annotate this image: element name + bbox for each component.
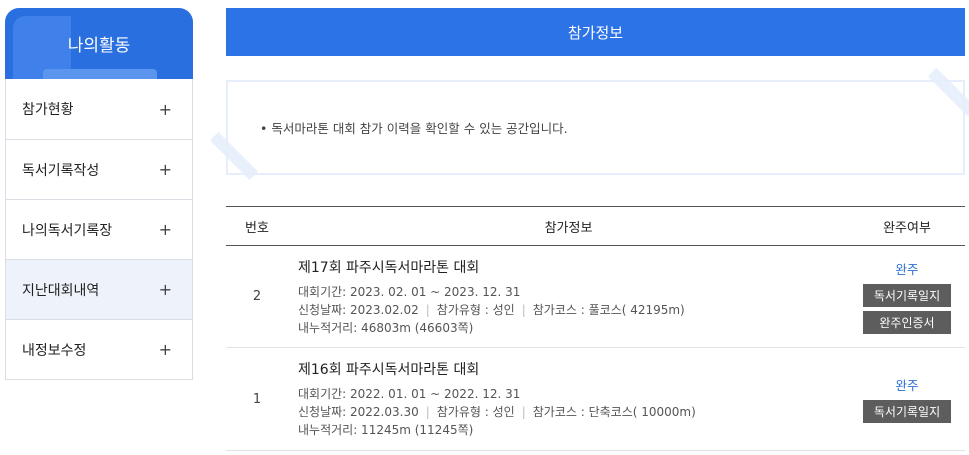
sidebar-item-edit-profile[interactable]: 내정보수정 + (6, 319, 192, 379)
apply-date: 신청날짜: 2022.03.30 (298, 405, 419, 419)
info-text: • 독서마라톤 대회 참가 이력을 확인할 수 있는 공간입니다. (260, 121, 568, 136)
row-info: 제17회 파주시독서마라톤 대회 대회기간: 2023. 02. 01 ~ 20… (288, 257, 849, 337)
separator: | (521, 405, 526, 419)
sidebar-item-label: 나의독서기록장 (22, 222, 113, 239)
course: 참가코스 : 단축코스( 10000m) (532, 405, 696, 419)
page-title: 참가정보 (567, 23, 624, 42)
event-period: 대회기간: 2022. 01. 01 ~ 2022. 12. 31 (298, 387, 521, 401)
event-period: 대회기간: 2023. 02. 01 ~ 2023. 12. 31 (298, 284, 521, 299)
event-title: 제17회 파주시독서마라톤 대회 (298, 259, 480, 276)
row-number: 2 (252, 289, 262, 304)
header-info: 참가정보 (544, 220, 593, 236)
sidebar-item-label: 참가현황 (22, 102, 74, 118)
sidebar-item-write-record[interactable]: 독서기록작성 + (6, 139, 192, 199)
info-box: • 독서마라톤 대회 참가 이력을 확인할 수 있는 공간입니다. (226, 80, 965, 175)
cumulative-distance: 내누적거리: 11245m (11245쪽) (298, 423, 474, 437)
plus-icon: + (158, 99, 172, 119)
sidebar-item-label: 내정보수정 (22, 342, 87, 359)
row-completion: 완주 독서기록일지 완주인증서 (849, 259, 965, 334)
row-number: 1 (252, 391, 262, 407)
header-completion: 완주여부 (883, 220, 931, 236)
sidebar-item-label: 지난대회내역 (22, 282, 100, 299)
separator: | (425, 405, 430, 419)
cumulative-distance: 내누적거리: 46803m (46603쪽) (298, 320, 474, 335)
sidebar-item-my-records[interactable]: 나의독서기록장 + (6, 199, 192, 259)
certificate-button[interactable]: 완주인증서 (863, 311, 951, 334)
separator: | (521, 302, 526, 317)
separator: | (425, 302, 430, 317)
table-header: 번호 참가정보 완주여부 (226, 206, 965, 246)
course: 참가코스 : 풀코스( 42195m) (532, 302, 685, 317)
sidebar-item-past-events[interactable]: 지난대회내역 + (6, 259, 192, 319)
table-row: 2 제17회 파주시독서마라톤 대회 대회기간: 2023. 02. 01 ~ … (226, 246, 965, 348)
reading-log-button[interactable]: 독서기록일지 (863, 284, 951, 307)
history-table: 번호 참가정보 완주여부 2 제17회 파주시독서마라톤 대회 대회기간: 20… (226, 206, 965, 451)
event-details: 신청날짜: 2023.02.02 | 참가유형 : 성인 | 참가코스 : 풀코스( 4… (298, 301, 849, 319)
participation-type: 참가유형 : 성인 (436, 302, 515, 317)
header-decoration-bar (43, 69, 157, 79)
row-info: 제16회 파주시독서마라톤 대회 대회기간: 2022. 01. 01 ~ 20… (288, 359, 849, 439)
plus-icon: + (158, 220, 172, 239)
sidebar-menu: 참가현황 + 독서기록작성 + 나의독서기록장 + 지난대회내역 + 내정보수정… (5, 79, 193, 380)
row-completion: 완주 독서기록일지 (849, 375, 965, 423)
event-details: 신청날짜: 2022.03.30 | 참가유형 : 성인 | 참가코스 : 단축코스( … (298, 403, 849, 421)
completion-status: 완주 (895, 262, 919, 277)
participation-type: 참가유형 : 성인 (436, 405, 515, 419)
header-number: 번호 (245, 220, 269, 236)
plus-icon: + (158, 280, 172, 299)
completion-status: 완주 (895, 378, 919, 393)
event-title: 제16회 파주시독서마라톤 대회 (298, 362, 480, 378)
sidebar: 나의활동 참가현황 + 독서기록작성 + 나의독서기록장 + 지난대회내역 + … (5, 8, 193, 380)
apply-date: 신청날짜: 2023.02.02 (298, 302, 419, 317)
sidebar-header: 나의활동 (5, 8, 193, 79)
plus-icon: + (158, 340, 172, 359)
sidebar-title: 나의활동 (67, 36, 131, 56)
sidebar-item-participation-status[interactable]: 참가현황 + (6, 79, 192, 139)
page-title-bar: 참가정보 (226, 8, 965, 56)
reading-log-button[interactable]: 독서기록일지 (863, 400, 951, 423)
plus-icon: + (158, 160, 172, 179)
table-row: 1 제16회 파주시독서마라톤 대회 대회기간: 2022. 01. 01 ~ … (226, 348, 965, 451)
sidebar-item-label: 독서기록작성 (22, 162, 100, 179)
